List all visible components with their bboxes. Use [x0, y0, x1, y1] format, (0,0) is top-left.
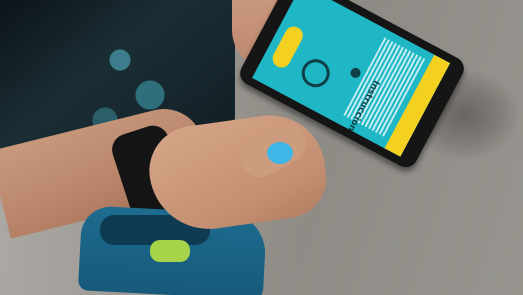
- dot-icon: [348, 66, 363, 80]
- bag-lime-item: [150, 240, 190, 262]
- yellow-button-shape: [269, 23, 307, 71]
- painted-nail: [267, 142, 293, 164]
- app-logo-icon: [296, 54, 335, 93]
- photo-scene: Instrucciones de juego: [0, 0, 523, 295]
